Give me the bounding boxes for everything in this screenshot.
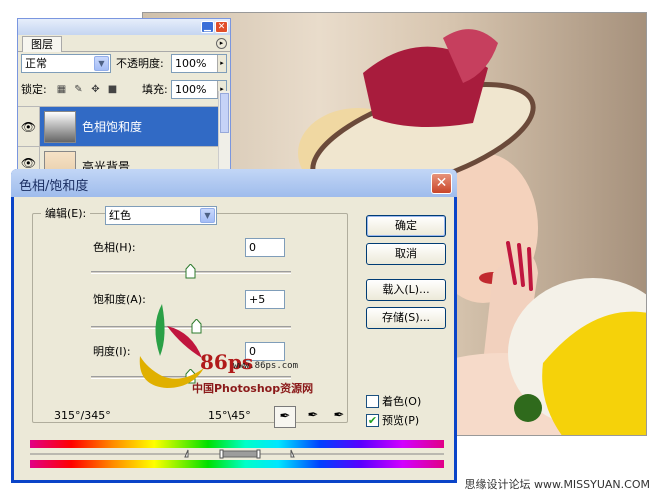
close-icon[interactable]: ✕ [215,21,228,33]
fill-label: 填充: [142,83,168,96]
hue-value: 0 [249,241,256,254]
lock-label: 锁定: [21,83,47,96]
colorize-checkbox[interactable] [366,395,379,408]
blend-row: 正常 ▼ 不透明度: 100% ▸ [18,54,230,76]
panel-menu-icon[interactable]: ▸ [216,38,227,49]
opacity-arrow-icon[interactable]: ▸ [217,55,226,72]
hue-label: 色相(H): [93,241,136,254]
opacity-input[interactable]: 100% ▸ [171,54,227,73]
edit-channel-value: 红色 [109,209,131,222]
layers-titlebar[interactable]: ▁ ✕ [18,19,230,35]
lock-row: 锁定: ▦ ✎ ✥ ■ 填充: 100% ▸ [18,80,230,102]
lock-transparency-icon[interactable]: ▦ [56,84,67,95]
hue-input[interactable]: 0 [245,238,285,257]
fill-value: 100% [175,83,207,96]
lock-all-icon[interactable]: ■ [107,84,118,95]
layers-scrollbar[interactable] [218,91,230,179]
lock-move-icon[interactable]: ✥ [90,84,101,95]
minimize-icon[interactable]: ▁ [201,21,214,33]
footer-credit: 思缘设计论坛 www.MISSYUAN.COM [464,478,650,491]
opacity-value: 100% [175,57,207,70]
layer-name: 色相饱和度 [82,120,143,134]
watermark-domain: www.86ps.com [233,361,299,371]
hue-slider-thumb[interactable] [185,264,196,279]
dialog-title: 色相/饱和度 [19,179,89,194]
ok-button[interactable]: 确定 [366,215,446,237]
edit-channel-select[interactable]: 红色 ▼ [105,206,217,225]
edit-label: 编辑(E): [41,205,91,221]
opacity-label: 不透明度: [116,57,164,70]
cancel-button[interactable]: 取消 [366,243,446,265]
layer-thumbnail [44,111,76,143]
save-button[interactable]: 存储(S)... [366,307,446,329]
eyedropper-minus-icon[interactable]: ✒ [328,406,350,428]
blend-mode-select[interactable]: 正常 ▼ [21,54,111,73]
range-left-readout: 315°/345° [54,409,111,422]
preview-checkbox[interactable]: ✔ [366,414,379,427]
colorize-label: 着色(O) [382,395,422,408]
lock-paint-icon[interactable]: ✎ [73,84,84,95]
layers-panel: ▁ ✕ 图层 ▸ 正常 ▼ 不透明度: 100% ▸ 锁定: ▦ ✎ ✥ ■ 填… [17,18,231,183]
range-sliders[interactable] [30,448,444,460]
chevron-down-icon[interactable]: ▼ [94,56,109,71]
preview-label: 预览(P) [382,414,420,427]
screen: ▁ ✕ 图层 ▸ 正常 ▼ 不透明度: 100% ▸ 锁定: ▦ ✎ ✥ ■ 填… [0,0,660,500]
dialog-titlebar[interactable]: 色相/饱和度 ✕ [11,169,457,197]
eyedropper-plus-icon[interactable]: ✒ [302,406,324,428]
input-spectrum-bar [30,440,444,448]
output-spectrum-bar [30,460,444,468]
lightness-label: 明度(I): [93,345,131,358]
load-button[interactable]: 载入(L)... [366,279,446,301]
blend-mode-value: 正常 [25,57,47,70]
range-right-readout: 15°\45° [208,409,251,422]
scrollbar-thumb[interactable] [220,93,229,133]
layer-row-hue-saturation[interactable]: 👁 色相饱和度 [18,106,218,147]
close-icon[interactable]: ✕ [431,173,452,194]
range-adjust-bar[interactable] [30,448,444,460]
tab-layers[interactable]: 图层 [22,36,62,52]
layers-tab-strip: 图层 ▸ [18,35,230,52]
eye-icon[interactable]: 👁 [18,107,40,147]
chevron-down-icon[interactable]: ▼ [200,208,215,223]
eyedropper-icon[interactable]: ✒ [274,406,296,428]
watermark-site: 中国Photoshop资源网 [192,382,314,395]
